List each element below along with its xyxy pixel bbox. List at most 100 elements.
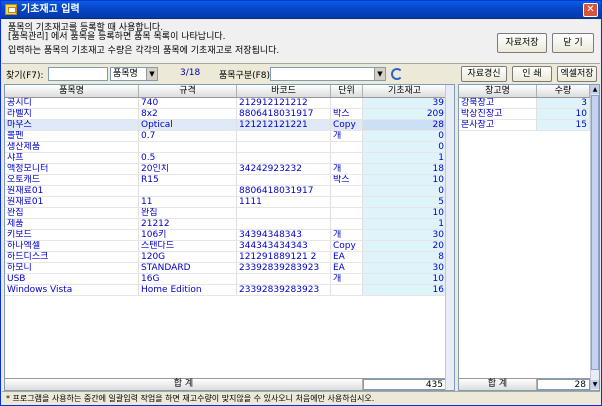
table-row[interactable]: 샤프 0.5 1: [5, 153, 447, 164]
title-bar[interactable]: 기초재고 입력 ✕: [1, 1, 601, 19]
cell-base-stock[interactable]: 1: [363, 219, 447, 229]
column-header-unit[interactable]: 단위: [331, 85, 363, 97]
cell-base-stock[interactable]: 28: [363, 120, 447, 130]
cell-spec[interactable]: 20인치: [139, 164, 237, 174]
refresh-data-button[interactable]: 자료경신: [461, 66, 507, 82]
cell-spec[interactable]: [139, 186, 237, 196]
cell-spec[interactable]: 11: [139, 197, 237, 207]
cell-base-stock[interactable]: 1: [363, 153, 447, 163]
table-row[interactable]: 공시디 740 212912121212 39: [5, 98, 447, 109]
warehouse-grid[interactable]: 창고명 수량 강북창고 3 박상진창고 10 본사창고 15 합 계 28 ▲ ▼: [458, 84, 600, 391]
cell-warehouse[interactable]: 박상진창고: [459, 109, 537, 119]
cell-barcode[interactable]: 23392839283923: [237, 263, 331, 273]
cell-base-stock[interactable]: 8: [363, 252, 447, 262]
cell-quantity[interactable]: 3: [537, 98, 590, 108]
table-row[interactable]: 완집 완집 10: [5, 208, 447, 219]
cell-item-name[interactable]: 생산제품: [5, 142, 139, 152]
cell-base-stock[interactable]: 10: [363, 208, 447, 218]
table-row[interactable]: 원재료01 11 1111 5: [5, 197, 447, 208]
cell-base-stock[interactable]: 209: [363, 109, 447, 119]
cell-unit[interactable]: 박스: [331, 175, 363, 185]
cell-warehouse[interactable]: 강북창고: [459, 98, 537, 108]
cell-spec[interactable]: Home Edition: [139, 285, 237, 295]
column-header-quantity[interactable]: 수량: [537, 85, 590, 97]
table-row[interactable]: Windows Vista Home Edition 23392839283923 1…: [5, 285, 447, 296]
cell-barcode[interactable]: 34242923232: [237, 164, 331, 174]
scroll-up-icon[interactable]: ▲: [591, 85, 599, 94]
cell-item-name[interactable]: 하드디스크: [5, 252, 139, 262]
cell-base-stock[interactable]: 16: [363, 285, 447, 295]
table-row[interactable]: 볼펜 0.7 개 0: [5, 131, 447, 142]
cell-item-name[interactable]: 하나엑셀: [5, 241, 139, 251]
cell-unit[interactable]: [331, 142, 363, 152]
table-row[interactable]: 생산제품 0: [5, 142, 447, 153]
cell-base-stock[interactable]: 10: [363, 175, 447, 185]
cell-base-stock[interactable]: 0: [363, 131, 447, 141]
cell-barcode[interactable]: 1111: [237, 197, 331, 207]
cell-unit[interactable]: [331, 219, 363, 229]
cell-barcode[interactable]: 344343434343: [237, 241, 331, 251]
cell-barcode[interactable]: [237, 274, 331, 284]
cell-unit[interactable]: [331, 285, 363, 295]
cell-spec[interactable]: 스탠다드: [139, 241, 237, 251]
cell-base-stock[interactable]: 0: [363, 142, 447, 152]
table-row[interactable]: 하나엑셀 스탠다드 344343434343 Copy 20: [5, 241, 447, 252]
table-row[interactable]: 제품 21212 1: [5, 219, 447, 230]
cell-spec[interactable]: 0.5: [139, 153, 237, 163]
cell-warehouse[interactable]: 본사창고: [459, 120, 537, 130]
table-row[interactable]: 하모니 STANDARD 23392839283923 EA 30: [5, 263, 447, 274]
cell-barcode[interactable]: [237, 153, 331, 163]
cell-barcode[interactable]: 23392839283923: [237, 285, 331, 295]
table-row[interactable]: 본사창고 15: [459, 120, 590, 131]
cell-item-name[interactable]: 마우스: [5, 120, 139, 130]
cell-item-name[interactable]: 오토캐드: [5, 175, 139, 185]
cell-item-name[interactable]: Windows Vista: [5, 285, 139, 295]
cell-spec[interactable]: 120G: [139, 252, 237, 262]
items-grid[interactable]: 품목명 규격 바코드 단위 기초재고 공시디 740 212912121212 39 라…: [4, 84, 455, 391]
cell-item-name[interactable]: 제품: [5, 219, 139, 229]
excel-save-button[interactable]: 엑셀저장: [557, 66, 597, 82]
cell-item-name[interactable]: 볼펜: [5, 131, 139, 141]
cell-spec[interactable]: R15: [139, 175, 237, 185]
cell-spec[interactable]: STANDARD: [139, 263, 237, 273]
cell-item-name[interactable]: 원재료01: [5, 186, 139, 196]
cell-base-stock[interactable]: 20: [363, 241, 447, 251]
cell-barcode[interactable]: [237, 208, 331, 218]
cell-spec[interactable]: [139, 142, 237, 152]
cell-base-stock[interactable]: 18: [363, 164, 447, 174]
cell-unit[interactable]: EA: [331, 263, 363, 273]
cell-spec[interactable]: 완집: [139, 208, 237, 218]
cell-item-name[interactable]: 공시디: [5, 98, 139, 108]
table-row[interactable]: 라벨지 8x2 8806418031917 박스 209: [5, 109, 447, 120]
cell-unit[interactable]: [331, 153, 363, 163]
cell-unit[interactable]: 개: [331, 274, 363, 284]
column-header-warehouse[interactable]: 창고명: [459, 85, 537, 97]
cell-barcode[interactable]: [237, 142, 331, 152]
cell-barcode[interactable]: 8806418031917: [237, 109, 331, 119]
cell-item-name[interactable]: 액정모니터: [5, 164, 139, 174]
category-select[interactable]: ▼: [270, 67, 386, 81]
cell-item-name[interactable]: 라벨지: [5, 109, 139, 119]
cell-base-stock[interactable]: 30: [363, 230, 447, 240]
cell-barcode[interactable]: 8806418031917: [237, 186, 331, 196]
table-row[interactable]: 원재료01 8806418031917 0: [5, 186, 447, 197]
cell-unit[interactable]: 개: [331, 164, 363, 174]
scroll-thumb[interactable]: [591, 95, 599, 370]
cell-barcode[interactable]: 121291889121 2: [237, 252, 331, 262]
save-button[interactable]: 자료저장: [497, 33, 547, 53]
column-header-item-name[interactable]: 품목명: [5, 85, 139, 97]
cell-spec[interactable]: Optical: [139, 120, 237, 130]
cell-spec[interactable]: 740: [139, 98, 237, 108]
table-row[interactable]: 키보드 106키 34394348343 개 30: [5, 230, 447, 241]
refresh-icon[interactable]: [391, 68, 403, 80]
cell-unit[interactable]: [331, 186, 363, 196]
cell-base-stock[interactable]: 39: [363, 98, 447, 108]
cell-unit[interactable]: Copy: [331, 241, 363, 251]
cell-barcode[interactable]: 212912121212: [237, 98, 331, 108]
cell-barcode[interactable]: [237, 219, 331, 229]
chevron-down-icon[interactable]: ▼: [146, 68, 157, 80]
cell-quantity[interactable]: 15: [537, 120, 590, 130]
cell-unit[interactable]: 개: [331, 230, 363, 240]
cell-unit[interactable]: [331, 197, 363, 207]
cell-unit[interactable]: Copy: [331, 120, 363, 130]
